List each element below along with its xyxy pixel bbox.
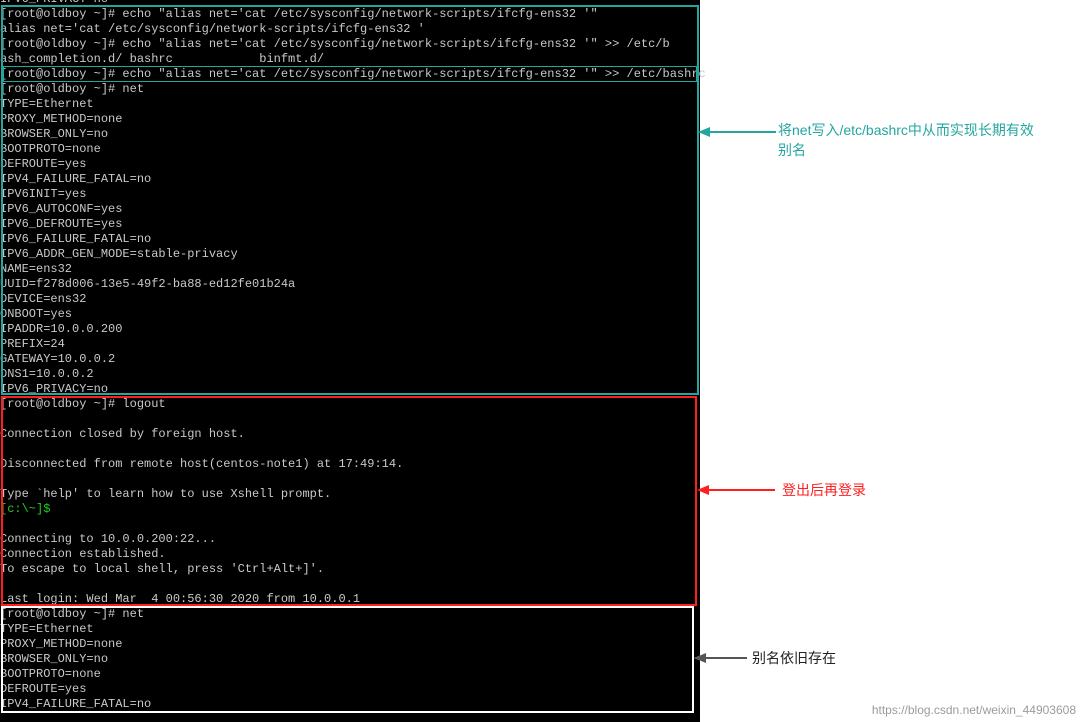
watermark-text: https://blog.csdn.net/weixin_44903608	[872, 703, 1076, 717]
annotation-text: 别名依旧存在	[752, 650, 836, 666]
annotation-white: 别名依旧存在	[752, 648, 836, 668]
annotation-red: 登出后再登录	[782, 480, 866, 500]
highlight-box-cyan-inner	[3, 66, 697, 82]
highlight-box-white	[1, 606, 694, 713]
highlight-box-red	[1, 396, 697, 606]
annotation-text: 将net写入/etc/bashrc中从而实现长期有效	[778, 122, 1034, 138]
annotation-text: 别名	[778, 142, 806, 158]
arrow-cyan	[698, 122, 778, 142]
highlight-box-cyan	[1, 5, 699, 395]
annotation-cyan: 将net写入/etc/bashrc中从而实现长期有效 别名	[778, 120, 1078, 160]
annotation-text: 登出后再登录	[782, 482, 866, 498]
arrow-red	[697, 480, 777, 500]
watermark: https://blog.csdn.net/weixin_44903608	[872, 703, 1076, 717]
arrow-white-visible	[694, 648, 749, 668]
